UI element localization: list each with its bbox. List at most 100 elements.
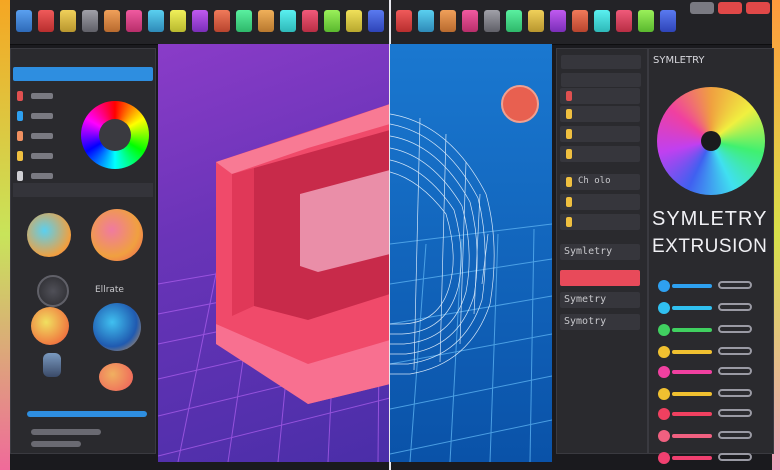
- outliner-header[interactable]: [561, 55, 641, 69]
- slider-track[interactable]: [672, 412, 712, 416]
- tool-icon-shade[interactable]: [484, 10, 500, 32]
- color-wheel[interactable]: [81, 101, 149, 169]
- slider-handle[interactable]: [718, 303, 752, 311]
- tool-icon-uv[interactable]: [302, 10, 318, 32]
- tool-icon-paint[interactable]: [280, 10, 296, 32]
- slider-knob[interactable]: [658, 280, 670, 292]
- window-maximize-icon[interactable]: [718, 2, 742, 14]
- slider-knob[interactable]: [658, 452, 670, 464]
- outliner-item[interactable]: Symetry: [560, 292, 640, 308]
- panel-row[interactable]: [17, 111, 57, 121]
- tool-icon-settings[interactable]: [660, 10, 676, 32]
- panel-header-bar[interactable]: [13, 67, 153, 81]
- tool-icon-solid[interactable]: [440, 10, 456, 32]
- slider-handle[interactable]: [718, 389, 752, 397]
- tool-icon-camera[interactable]: [368, 10, 384, 32]
- tool-icon-light[interactable]: [346, 10, 362, 32]
- tool-icon-bevel[interactable]: [126, 10, 142, 32]
- property-slider[interactable]: [658, 302, 758, 314]
- panel-row[interactable]: [17, 131, 57, 141]
- outliner-item[interactable]: Symotry: [560, 314, 640, 330]
- tool-icon-boolean[interactable]: [616, 10, 632, 32]
- outliner-item[interactable]: [560, 126, 640, 142]
- outliner-item[interactable]: [560, 270, 640, 286]
- tool-icon-smooth[interactable]: [236, 10, 252, 32]
- slider-knob[interactable]: [658, 324, 670, 336]
- tool-icon-scale[interactable]: [82, 10, 98, 32]
- slider-track[interactable]: [672, 284, 712, 288]
- outliner-filter[interactable]: [561, 73, 641, 87]
- outliner-item[interactable]: [560, 214, 640, 230]
- tool-icon-wire[interactable]: [418, 10, 434, 32]
- tool-icon-loop[interactable]: [148, 10, 164, 32]
- tool-icon-pivot[interactable]: [550, 10, 566, 32]
- property-slider[interactable]: [658, 280, 758, 292]
- slider-handle[interactable]: [718, 409, 752, 417]
- material-preview-gold[interactable]: [31, 307, 69, 345]
- tool-icon-render[interactable]: [396, 10, 412, 32]
- tool-icon-rotate[interactable]: [60, 10, 76, 32]
- tool-icon-extrude[interactable]: [104, 10, 120, 32]
- outliner-item[interactable]: [560, 106, 640, 122]
- tool-icon-mirror[interactable]: [192, 10, 208, 32]
- slider-knob[interactable]: [658, 366, 670, 378]
- material-preview-steel[interactable]: [43, 353, 61, 377]
- slider-track[interactable]: [672, 434, 712, 438]
- property-slider[interactable]: [658, 430, 758, 442]
- slider-knob[interactable]: [658, 430, 670, 442]
- slider-handle[interactable]: [718, 347, 752, 355]
- property-slider[interactable]: [658, 346, 758, 358]
- property-slider[interactable]: [658, 388, 758, 400]
- tool-icon-sculpt[interactable]: [258, 10, 274, 32]
- tool-icon-select[interactable]: [16, 10, 32, 32]
- panel-row[interactable]: [17, 171, 57, 181]
- slider-knob[interactable]: [658, 302, 670, 314]
- material-preview-cyan[interactable]: [93, 303, 141, 351]
- viewport-solid[interactable]: [158, 44, 390, 462]
- property-slider[interactable]: [658, 324, 758, 336]
- slider-knob[interactable]: [658, 388, 670, 400]
- outliner-item[interactable]: Ch olo: [560, 174, 640, 190]
- tool-icon-array[interactable]: [594, 10, 610, 32]
- panel-row[interactable]: [17, 91, 57, 101]
- material-preview-blue[interactable]: [27, 213, 71, 257]
- slider-handle[interactable]: [718, 281, 752, 289]
- panel-row[interactable]: [17, 151, 57, 161]
- slider-track[interactable]: [672, 392, 712, 396]
- slider-track[interactable]: [672, 306, 712, 310]
- viewport-wireframe[interactable]: [390, 44, 552, 462]
- tool-icon-modifier[interactable]: [638, 10, 654, 32]
- slider-track[interactable]: [672, 370, 712, 374]
- outliner-item[interactable]: [560, 88, 640, 104]
- slider-knob[interactable]: [658, 346, 670, 358]
- color-wheel-large[interactable]: [657, 87, 765, 195]
- tool-icon-texture[interactable]: [462, 10, 478, 32]
- panel-section-header[interactable]: [13, 183, 153, 197]
- window-close-icon[interactable]: [746, 2, 770, 14]
- slider-handle[interactable]: [718, 367, 752, 375]
- property-slider[interactable]: [658, 408, 758, 420]
- outliner-item[interactable]: [560, 194, 640, 210]
- slider-track[interactable]: [672, 328, 712, 332]
- slider-handle[interactable]: [718, 325, 752, 333]
- slider-handle[interactable]: [718, 453, 752, 461]
- slider-track[interactable]: [672, 350, 712, 354]
- slider-handle[interactable]: [718, 431, 752, 439]
- material-preview-orange[interactable]: [91, 209, 143, 261]
- material-preview-coral[interactable]: [99, 363, 133, 391]
- tool-icon-move[interactable]: [38, 10, 54, 32]
- property-slider[interactable]: [658, 452, 758, 464]
- tool-icon-snap[interactable]: [528, 10, 544, 32]
- tool-icon-grid[interactable]: [506, 10, 522, 32]
- tool-icon-material[interactable]: [324, 10, 340, 32]
- tool-icon-subdivide[interactable]: [214, 10, 230, 32]
- window-minimize-icon[interactable]: [690, 2, 714, 14]
- tool-icon-knife[interactable]: [170, 10, 186, 32]
- outliner-item[interactable]: Symletry: [560, 244, 640, 260]
- slider-track[interactable]: [672, 456, 712, 460]
- material-preview-dark[interactable]: [37, 275, 69, 307]
- outliner-item[interactable]: [560, 146, 640, 162]
- slider-knob[interactable]: [658, 408, 670, 420]
- tool-icon-origin[interactable]: [572, 10, 588, 32]
- property-slider[interactable]: [658, 366, 758, 378]
